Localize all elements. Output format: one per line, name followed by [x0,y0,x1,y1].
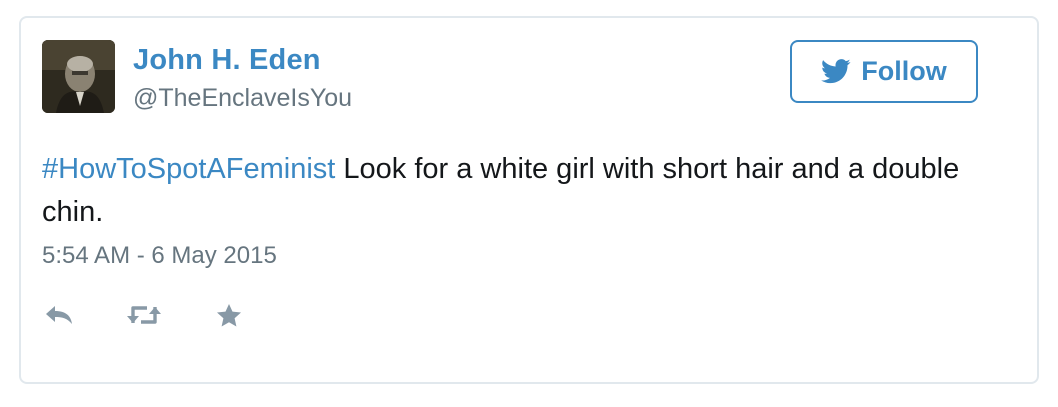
tweet-actions [42,298,244,332]
tweet-text: #HowToSpotAFeminist Look for a white gir… [42,148,992,234]
hashtag-link[interactable]: #HowToSpotAFeminist [42,153,335,185]
retweet-icon[interactable] [124,303,164,327]
follow-button-label: Follow [861,56,947,86]
avatar[interactable] [42,40,115,113]
favorite-star-icon[interactable] [214,303,244,328]
tweet-timestamp[interactable]: 5:54 AM - 6 May 2015 [42,241,277,271]
twitter-bird-icon [821,59,851,84]
follow-button[interactable]: Follow [790,40,978,103]
user-display-name[interactable]: John H. Eden [133,43,321,77]
user-handle[interactable]: @TheEnclaveIsYou [133,83,352,113]
reply-icon[interactable] [42,304,76,326]
